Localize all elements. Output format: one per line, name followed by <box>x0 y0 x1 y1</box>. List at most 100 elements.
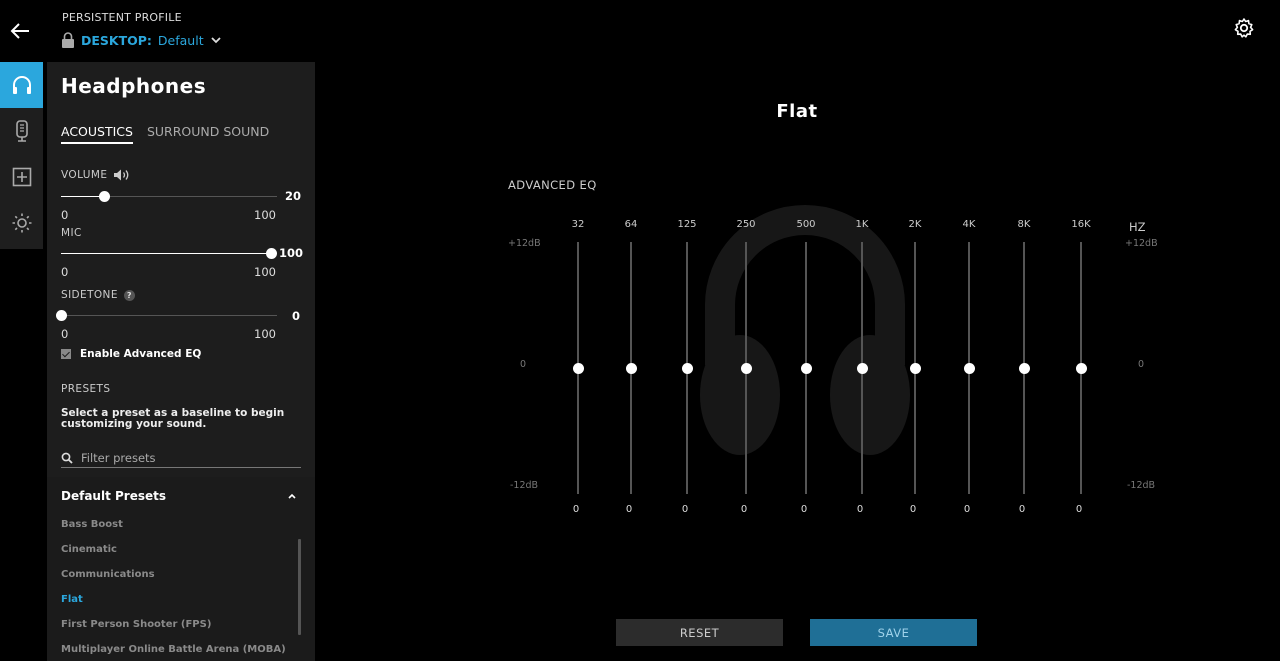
rail-item-add[interactable] <box>0 154 43 200</box>
eq-band-value: 0 <box>856 504 864 515</box>
eq-band-value: 0 <box>1075 504 1083 515</box>
mic-slider-thumb[interactable] <box>266 248 277 259</box>
preset-item-moba[interactable]: Multiplayer Online Battle Arena (MOBA) <box>61 644 286 655</box>
profile-selector[interactable]: DESKTOP: Default <box>61 32 222 48</box>
preset-list-scrollbar[interactable] <box>298 539 301 635</box>
back-arrow-icon[interactable] <box>9 20 31 42</box>
eq-band-frequency: 16K <box>1071 219 1091 230</box>
eq-band-frequency: 64 <box>624 219 638 230</box>
eq-band-thumb[interactable] <box>964 363 975 374</box>
help-icon[interactable]: ? <box>123 289 135 301</box>
mic-label: MIC <box>61 227 82 239</box>
eq-band-value: 0 <box>963 504 971 515</box>
preset-item-fps[interactable]: First Person Shooter (FPS) <box>61 619 211 630</box>
sidetone-slider-thumb[interactable] <box>56 310 67 321</box>
eq-band-frequency: 500 <box>796 219 816 230</box>
reset-button[interactable]: RESET <box>616 619 783 646</box>
mic-value: 100 <box>279 246 304 260</box>
tab-surround-sound[interactable]: SURROUND SOUND <box>147 124 269 144</box>
preset-group-header[interactable]: Default Presets <box>61 489 297 503</box>
volume-value: 20 <box>285 189 302 203</box>
eq-band-thumb[interactable] <box>626 363 637 374</box>
preset-item-flat[interactable]: Flat <box>61 594 83 605</box>
volume-slider[interactable] <box>61 191 277 203</box>
preset-item-cinematic[interactable]: Cinematic <box>61 544 117 555</box>
tab-acoustics[interactable]: ACOUSTICS <box>61 124 133 144</box>
volume-max: 100 <box>254 208 276 222</box>
eq-band-value: 0 <box>1018 504 1026 515</box>
search-icon <box>61 452 73 464</box>
chevron-down-icon <box>210 37 221 44</box>
eq-band-frequency: 32 <box>571 219 585 230</box>
volume-label: VOLUME <box>61 169 108 181</box>
eq-band-thumb[interactable] <box>801 363 812 374</box>
header: PERSISTENT PROFILE DESKTOP: Default <box>0 0 1280 62</box>
profile-device: DESKTOP: <box>81 32 152 48</box>
sidetone-min: 0 <box>61 327 69 341</box>
eq-band-thumb[interactable] <box>573 363 584 374</box>
db-top-right: +12dB <box>1125 238 1158 249</box>
db-mid-left: 0 <box>520 359 527 370</box>
eq-band-value: 0 <box>800 504 808 515</box>
sidetone-max: 100 <box>254 327 276 341</box>
sidetone-value: 0 <box>292 309 301 323</box>
presets-description: Select a preset as a baseline to begin c… <box>61 407 285 430</box>
advanced-eq-heading: ADVANCED EQ <box>508 178 597 192</box>
profile-name: Default <box>157 32 204 48</box>
gear-icon[interactable] <box>1233 17 1255 39</box>
mic-min: 0 <box>61 265 69 279</box>
preset-group-label: Default Presets <box>61 489 166 503</box>
speaker-icon <box>114 169 129 181</box>
lighting-icon <box>12 213 31 233</box>
preset-filter-input[interactable] <box>81 450 281 465</box>
db-bottom-right: -12dB <box>1127 480 1156 491</box>
volume-min: 0 <box>61 208 69 222</box>
preset-item-bass-boost[interactable]: Bass Boost <box>61 519 123 530</box>
db-bottom-left: -12dB <box>510 480 539 491</box>
mic-max: 100 <box>254 265 276 279</box>
eq-band-thumb[interactable] <box>741 363 752 374</box>
mic-slider[interactable] <box>61 248 277 260</box>
eq-band-thumb[interactable] <box>857 363 868 374</box>
chevron-up-icon <box>288 493 296 499</box>
eq-band-value: 0 <box>740 504 748 515</box>
eq-band-value: 0 <box>681 504 689 515</box>
sidetone-label: SIDETONE <box>61 289 118 301</box>
presets-heading: PRESETS <box>61 383 111 395</box>
eq-band-frequency: 4K <box>962 219 976 230</box>
sidetone-label-row: SIDETONE ? <box>61 289 135 301</box>
add-box-icon <box>12 167 31 187</box>
preset-filter[interactable] <box>61 448 301 468</box>
rail-item-lighting[interactable] <box>0 200 43 246</box>
headphones-icon <box>12 76 31 94</box>
lock-icon <box>62 32 74 48</box>
microphone-icon <box>15 120 28 142</box>
rail-item-headphones[interactable] <box>0 62 43 108</box>
eq-band-thumb[interactable] <box>1076 363 1087 374</box>
preset-item-communications[interactable]: Communications <box>61 569 155 580</box>
eq-preset-title: Flat <box>776 101 818 122</box>
eq-band-thumb[interactable] <box>682 363 693 374</box>
db-top-left: +12dB <box>508 238 541 249</box>
eq-band-value: 0 <box>572 504 580 515</box>
eq-band-frequency: 250 <box>736 219 756 230</box>
preset-list: Default Presets Bass Boost Cinematic Com… <box>47 477 315 661</box>
eq-band-frequency: 125 <box>677 219 697 230</box>
eq-band-frequency: 8K <box>1017 219 1031 230</box>
eq-band-frequency: 2K <box>908 219 922 230</box>
volume-slider-thumb[interactable] <box>99 191 111 202</box>
panel-title: Headphones <box>61 74 207 98</box>
eq-band-thumb[interactable] <box>910 363 921 374</box>
eq-band-frequency: 1K <box>855 219 869 230</box>
db-mid-right: 0 <box>1138 359 1145 370</box>
rail-item-microphone[interactable] <box>0 108 43 154</box>
save-button[interactable]: SAVE <box>810 619 977 646</box>
advanced-eq-checkbox[interactable] <box>61 349 71 359</box>
panel-tabs: ACOUSTICS SURROUND SOUND <box>61 124 269 144</box>
eq-band-value: 0 <box>909 504 917 515</box>
device-rail <box>0 62 43 249</box>
advanced-eq-toggle[interactable]: Enable Advanced EQ <box>61 348 201 360</box>
eq-band-thumb[interactable] <box>1019 363 1030 374</box>
volume-label-row: VOLUME <box>61 168 131 182</box>
sidetone-slider[interactable] <box>56 310 277 322</box>
